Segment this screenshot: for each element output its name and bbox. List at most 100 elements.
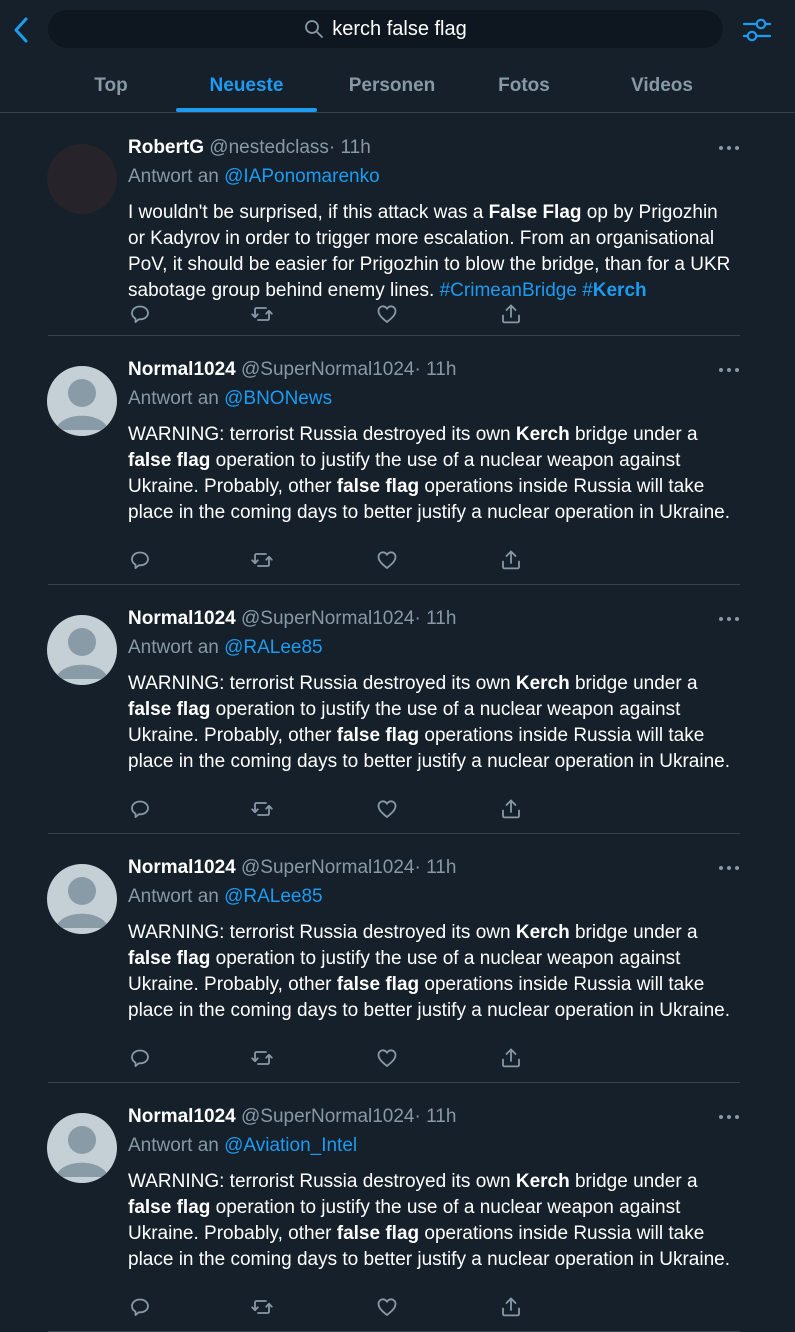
- retweet-icon: [251, 1300, 273, 1314]
- user-handle[interactable]: @SuperNormal1024: [241, 857, 415, 878]
- share-button[interactable]: [499, 797, 523, 821]
- reply-prefix: Antwort an: [128, 1135, 219, 1156]
- reply-button[interactable]: [128, 1046, 152, 1070]
- tweet-text-segment: WARNING: terrorist Russia destroyed its …: [128, 424, 516, 445]
- share-icon: [502, 1297, 520, 1317]
- search-match-text: false flag: [128, 699, 211, 720]
- avatar[interactable]: [47, 615, 117, 685]
- share-button[interactable]: [499, 1295, 523, 1319]
- tweet-text-segment: bridge under a: [569, 922, 698, 943]
- reply-to-link[interactable]: @RALee85: [224, 637, 323, 658]
- retweet-icon: [251, 802, 273, 816]
- like-button[interactable]: [375, 548, 399, 572]
- reply-context: Antwort an @BNONews: [128, 388, 332, 410]
- retweet-button[interactable]: [250, 797, 274, 821]
- search-match-text: false flag: [336, 476, 420, 497]
- more-options-button[interactable]: [716, 140, 742, 156]
- more-options-button[interactable]: [716, 611, 742, 627]
- search-match-text: false flag: [336, 1223, 420, 1244]
- like-button[interactable]: [375, 1295, 399, 1319]
- tweet-actions: [128, 1295, 528, 1319]
- reply-to-link[interactable]: @Aviation_Intel: [224, 1135, 357, 1156]
- reply-icon: [131, 800, 149, 818]
- reply-icon: [131, 1298, 149, 1316]
- share-button[interactable]: [499, 1046, 523, 1070]
- more-options-button[interactable]: [716, 860, 742, 876]
- retweet-button[interactable]: [250, 302, 274, 326]
- more-dots-icon: [719, 617, 739, 621]
- tab-top[interactable]: Top: [48, 60, 174, 112]
- reply-icon: [131, 305, 149, 323]
- user-handle[interactable]: @SuperNormal1024: [241, 359, 415, 380]
- search-match-text: false flag: [336, 725, 420, 746]
- tab-photos[interactable]: Fotos: [460, 60, 588, 112]
- search-query[interactable]: kerch false flag: [332, 18, 467, 41]
- tweet-text-segment: WARNING: terrorist Russia destroyed its …: [128, 1171, 516, 1192]
- retweet-button[interactable]: [250, 548, 274, 572]
- display-name[interactable]: Normal1024: [128, 857, 236, 878]
- like-button[interactable]: [375, 302, 399, 326]
- tweet-divider: [48, 833, 740, 834]
- search-settings-button[interactable]: [742, 16, 772, 44]
- search-match-text: Kerch: [515, 673, 570, 694]
- share-icon: [502, 799, 520, 819]
- share-button[interactable]: [499, 302, 523, 326]
- like-button[interactable]: [375, 1046, 399, 1070]
- more-options-button[interactable]: [716, 362, 742, 378]
- reply-prefix: Antwort an: [128, 886, 219, 907]
- display-name[interactable]: Normal1024: [128, 359, 236, 380]
- tab-latest[interactable]: Neueste: [176, 60, 317, 112]
- display-name[interactable]: Normal1024: [128, 608, 236, 629]
- default-avatar-icon: [56, 628, 108, 679]
- search-icon: [305, 20, 324, 38]
- avatar[interactable]: [47, 1113, 117, 1183]
- reply-button[interactable]: [128, 797, 152, 821]
- reply-button[interactable]: [128, 548, 152, 572]
- reply-to-link[interactable]: @BNONews: [224, 388, 332, 409]
- sliders-icon: [742, 18, 772, 42]
- avatar[interactable]: [47, 366, 117, 436]
- user-handle[interactable]: @SuperNormal1024: [241, 608, 415, 629]
- search-match-text: false flag: [128, 450, 211, 471]
- avatar[interactable]: [47, 864, 117, 934]
- reply-to-link[interactable]: @RALee85: [224, 886, 323, 907]
- avatar[interactable]: [47, 144, 117, 214]
- reply-prefix: Antwort an: [128, 637, 219, 658]
- tweet-time: · 11h: [414, 359, 457, 380]
- tweet-text: WARNING: terrorist Russia destroyed its …: [128, 671, 733, 775]
- hashtag-link[interactable]: #: [582, 280, 593, 301]
- display-name[interactable]: RobertG: [128, 137, 204, 158]
- search-field[interactable]: kerch false flag: [48, 10, 723, 48]
- search-match-text: false flag: [336, 974, 420, 995]
- default-avatar-icon: [56, 877, 108, 928]
- reply-button[interactable]: [128, 1295, 152, 1319]
- reply-button[interactable]: [128, 302, 152, 326]
- tweet-text: WARNING: terrorist Russia destroyed its …: [128, 422, 733, 526]
- more-options-button[interactable]: [716, 1109, 742, 1125]
- retweet-button[interactable]: [250, 1046, 274, 1070]
- tweet-actions: [128, 302, 528, 326]
- tweet-time: · 11h: [414, 1106, 457, 1127]
- retweet-button[interactable]: [250, 1295, 274, 1319]
- back-button[interactable]: [8, 14, 34, 46]
- user-handle[interactable]: @nestedclass: [209, 137, 329, 158]
- display-name[interactable]: Normal1024: [128, 1106, 236, 1127]
- user-handle[interactable]: @SuperNormal1024: [241, 1106, 415, 1127]
- reply-to-link[interactable]: @IAPonomarenko: [224, 166, 380, 187]
- default-avatar-icon: [56, 1126, 108, 1177]
- share-button[interactable]: [499, 548, 523, 572]
- hashtag-link[interactable]: #CrimeanBridge: [440, 280, 577, 301]
- top-bar: kerch false flag: [0, 0, 795, 60]
- search-match-text: false flag: [128, 1197, 211, 1218]
- more-dots-icon: [719, 866, 739, 870]
- more-dots-icon: [719, 146, 739, 150]
- more-dots-icon: [719, 1115, 739, 1119]
- share-icon: [502, 550, 520, 570]
- tweet-text-segment: bridge under a: [569, 673, 698, 694]
- tab-videos[interactable]: Videos: [592, 60, 732, 112]
- tweet-text-segment: I wouldn't be surprised, if this attack …: [128, 202, 489, 223]
- tab-people[interactable]: Personen: [327, 60, 457, 112]
- like-button[interactable]: [375, 797, 399, 821]
- reply-context: Antwort an @Aviation_Intel: [128, 1135, 357, 1157]
- hashtag-link[interactable]: Kerch: [593, 280, 647, 301]
